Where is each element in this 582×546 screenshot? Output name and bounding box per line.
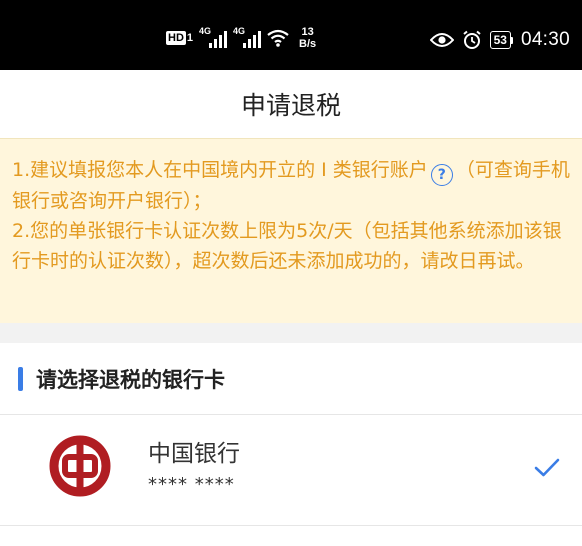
hd-sim-number: 1 bbox=[186, 32, 194, 44]
status-bar: HD 1 4G 4G 13 B/s 53 04:30 bbox=[0, 0, 582, 70]
notice-line-2: 2.您的单张银行卡认证次数上限为5次/天（包括其他系统添加该银行卡时的认证次数）… bbox=[12, 220, 562, 272]
card-number: **** **** bbox=[148, 474, 235, 495]
status-left: HD 1 4G 4G 13 B/s bbox=[166, 24, 316, 52]
notice-line-1: 1.建议填报您本人在中国境内开立的 I 类银行账户? （可查询手机银行或咨询开户银… bbox=[12, 155, 570, 216]
page-title: 申请退税 bbox=[240, 91, 341, 120]
notice-banner: 1.建议填报您本人在中国境内开立的 I 类银行账户? （可查询手机银行或咨询开户银… bbox=[0, 138, 582, 323]
notice-line-1-text: 1.建议填报您本人在中国境内开立的 I 类银行账户 bbox=[12, 159, 428, 181]
battery-icon: 53 bbox=[489, 31, 513, 49]
page-header: 申请退税 bbox=[0, 70, 582, 138]
section-divider bbox=[0, 323, 582, 343]
signal-4g-icon: 4G bbox=[199, 25, 228, 48]
help-question-icon[interactable]: ? bbox=[430, 164, 453, 186]
clock-time: 04:30 bbox=[520, 29, 570, 50]
hd-badge: HD bbox=[166, 31, 186, 45]
alarm-clock-icon bbox=[462, 30, 481, 49]
section-accent-bar bbox=[18, 366, 23, 391]
signal-4g-icon: 4G bbox=[233, 25, 262, 48]
section-header: 请选择退税的银行卡 bbox=[0, 343, 582, 415]
signal-label: 4G bbox=[233, 25, 246, 36]
signal-label: 4G bbox=[199, 25, 212, 36]
speed-unit: B/s bbox=[299, 38, 317, 50]
battery-level: 53 bbox=[489, 31, 511, 49]
speed-value: 13 bbox=[301, 26, 314, 38]
hd-voice-indicator: HD 1 bbox=[166, 31, 193, 45]
section-title: 请选择退税的银行卡 bbox=[36, 367, 225, 392]
eye-icon bbox=[429, 33, 454, 47]
checkmark-icon bbox=[534, 458, 560, 477]
status-right: 53 04:30 bbox=[429, 26, 570, 54]
bank-of-china-logo bbox=[49, 435, 111, 497]
wifi-icon bbox=[267, 29, 289, 47]
network-speed: 13 B/s bbox=[299, 26, 316, 50]
bank-name: 中国银行 bbox=[148, 441, 240, 467]
bank-card-item[interactable]: 中国银行 **** **** bbox=[0, 416, 582, 526]
